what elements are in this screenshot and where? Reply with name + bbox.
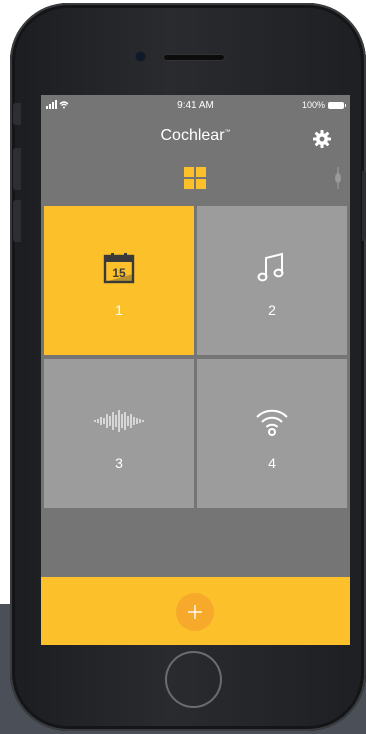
app-title: Cochlear™ — [41, 127, 350, 145]
gear-icon[interactable] — [312, 129, 332, 149]
scroll-indicator-icon — [335, 167, 341, 189]
tile-3[interactable]: 3 — [44, 359, 194, 508]
front-camera — [136, 52, 145, 61]
add-button[interactable] — [176, 593, 214, 631]
power-button — [362, 171, 366, 241]
battery-status: 100% — [301, 100, 346, 110]
tile-1-label: 1 — [115, 302, 123, 318]
home-button[interactable] — [165, 651, 222, 708]
music-note-icon — [257, 252, 284, 282]
tile-4-label: 4 — [268, 455, 276, 471]
tile-2-icon-wrap — [197, 244, 347, 292]
tile-4-icon-wrap — [197, 397, 347, 445]
tile-2[interactable]: 2 — [197, 206, 347, 355]
plus-icon — [188, 605, 202, 619]
wifi-icon — [256, 409, 288, 436]
waveform-icon — [94, 410, 144, 432]
bottom-bar — [41, 577, 350, 645]
app-screen: 9:41 AM 100% Cochlear™ 15 1 2 3 4 — [41, 95, 350, 645]
volume-down-button — [13, 200, 21, 242]
calendar-day: 15 — [112, 266, 126, 280]
volume-up-button — [13, 148, 21, 190]
tile-1-icon-wrap: 15 — [44, 244, 194, 292]
status-bar: 9:41 AM 100% — [41, 95, 350, 117]
mute-switch — [13, 103, 21, 125]
tile-1[interactable]: 15 1 — [44, 206, 194, 355]
tile-2-label: 2 — [268, 302, 276, 318]
scene: 9:41 AM 100% Cochlear™ 15 1 2 3 4 — [0, 0, 366, 734]
tile-3-label: 3 — [115, 455, 123, 471]
calendar-icon: 15 — [103, 253, 135, 284]
battery-percentage: 100% — [301, 100, 325, 110]
app-title-text: Cochlear — [160, 127, 225, 144]
tile-4[interactable]: 4 — [197, 359, 347, 508]
earpiece-speaker — [163, 54, 225, 61]
battery-icon — [328, 101, 346, 109]
tile-3-icon-wrap — [44, 397, 194, 445]
grid-view-icon[interactable] — [184, 167, 206, 189]
trademark-symbol: ™ — [224, 129, 231, 136]
